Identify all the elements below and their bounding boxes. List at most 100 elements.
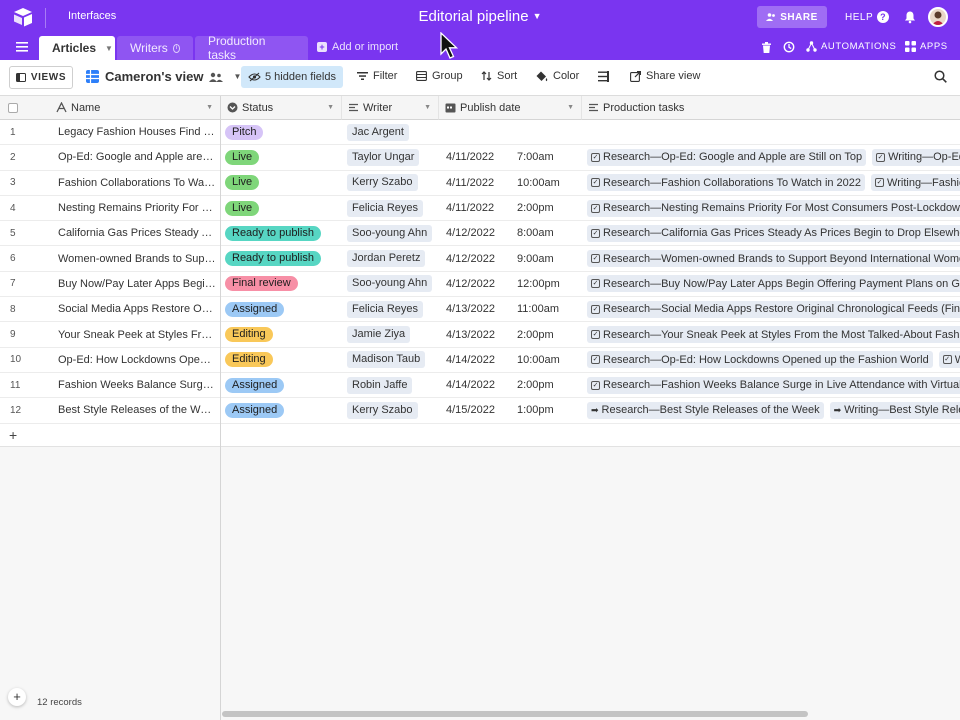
- hamburger-menu-icon[interactable]: [16, 42, 28, 52]
- writer-cell[interactable]: Felicia Reyes: [342, 297, 438, 321]
- add-or-import-button[interactable]: + Add or import: [317, 41, 398, 53]
- linked-task-chip[interactable]: ✓ Research—Fashion Collaborations To Watc…: [587, 174, 866, 192]
- table-row[interactable]: 9 Your Sneak Peek at Styles Fro... Editing…: [0, 322, 960, 348]
- name-cell[interactable]: Women-owned Brands to Supp...: [50, 247, 220, 271]
- publish-date-cell[interactable]: 4/13/2022: [439, 322, 514, 346]
- chevron-down-icon[interactable]: ▼: [327, 104, 334, 111]
- user-avatar[interactable]: [928, 7, 948, 27]
- writer-cell[interactable]: Felicia Reyes: [342, 196, 438, 220]
- share-view-button[interactable]: Share view: [630, 70, 700, 82]
- column-header-publish-date[interactable]: Publish date ▼: [439, 96, 582, 120]
- share-button[interactable]: SHARE: [757, 6, 827, 28]
- writer-cell[interactable]: Jamie Ziya: [342, 322, 438, 346]
- production-tasks-cell[interactable]: ✓ Research—Op-Ed: How Lockdowns Opened up…: [582, 348, 960, 372]
- status-cell[interactable]: Live: [221, 171, 341, 195]
- publish-time-cell[interactable]: 2:00pm: [510, 322, 580, 346]
- name-cell[interactable]: Fashion Collaborations To Wat...: [50, 171, 220, 195]
- publish-time-cell[interactable]: 8:00am: [510, 221, 580, 245]
- status-cell[interactable]: Assigned: [221, 297, 341, 321]
- publish-time-cell[interactable]: 1:00pm: [510, 398, 580, 422]
- sort-button[interactable]: Sort: [481, 70, 517, 82]
- publish-date-cell[interactable]: 4/12/2022: [439, 221, 514, 245]
- row-height-icon[interactable]: [598, 71, 609, 82]
- name-cell[interactable]: Social Media Apps Restore Ori...: [50, 297, 220, 321]
- view-switcher[interactable]: Cameron's view ▼: [86, 69, 241, 84]
- writer-cell[interactable]: Jac Argent: [342, 120, 438, 144]
- publish-date-cell[interactable]: 4/11/2022: [439, 145, 514, 169]
- search-icon[interactable]: [934, 70, 947, 83]
- table-row[interactable]: 10 Op-Ed: How Lockdowns Opene... Editing Ma…: [0, 348, 960, 373]
- publish-time-cell[interactable]: 12:00pm: [510, 272, 580, 296]
- group-button[interactable]: Group: [416, 70, 463, 82]
- history-icon[interactable]: [783, 41, 795, 53]
- linked-task-chip[interactable]: ✓ Research—Social Media Apps Restore Orig…: [587, 300, 960, 318]
- status-cell[interactable]: Ready to publish: [221, 221, 341, 245]
- name-cell[interactable]: Nesting Remains Priority For M...: [50, 196, 220, 220]
- table-row[interactable]: 7 Buy Now/Pay Later Apps Begin... Final re…: [0, 272, 960, 298]
- writer-cell[interactable]: Taylor Ungar: [342, 145, 438, 169]
- publish-time-cell[interactable]: 10:00am: [510, 171, 580, 195]
- name-cell[interactable]: Your Sneak Peek at Styles Fro...: [50, 322, 220, 346]
- chevron-down-icon[interactable]: ▼: [105, 44, 113, 53]
- production-tasks-cell[interactable]: ✓ Research—Fashion Weeks Balance Surge in…: [582, 373, 960, 397]
- status-cell[interactable]: Ready to publish: [221, 247, 341, 271]
- publish-time-cell[interactable]: 7:00am: [510, 145, 580, 169]
- writer-cell[interactable]: Kerry Szabo: [342, 171, 438, 195]
- production-tasks-cell[interactable]: ✓ Research—Women-owned Brands to Support …: [582, 247, 960, 271]
- status-cell[interactable]: Pitch: [221, 120, 341, 144]
- publish-time-cell[interactable]: 10:00am: [510, 348, 580, 372]
- publish-time-cell[interactable]: [510, 120, 580, 144]
- status-cell[interactable]: Final review: [221, 272, 341, 296]
- trash-icon[interactable]: [762, 42, 771, 53]
- status-cell[interactable]: Live: [221, 145, 341, 169]
- color-button[interactable]: Color: [536, 70, 579, 82]
- publish-date-cell[interactable]: [439, 120, 514, 144]
- table-row[interactable]: 3 Fashion Collaborations To Wat... Live Ker…: [0, 171, 960, 196]
- linked-task-chip[interactable]: ✓ Research—Buy Now/Pay Later Apps Begin O…: [587, 275, 960, 293]
- table-row[interactable]: 11 Fashion Weeks Balance Surge i... Assign…: [0, 373, 960, 399]
- status-cell[interactable]: Assigned: [221, 373, 341, 397]
- table-row[interactable]: 5 California Gas Prices Steady A... Ready …: [0, 221, 960, 247]
- publish-date-cell[interactable]: 4/12/2022: [439, 247, 514, 271]
- linked-task-chip[interactable]: ✓Writin: [938, 351, 960, 369]
- writer-cell[interactable]: Jordan Peretz: [342, 247, 438, 271]
- hide-fields-button[interactable]: 5 hidden fields: [241, 66, 343, 88]
- production-tasks-cell[interactable]: ✓ Research—Social Media Apps Restore Orig…: [582, 297, 960, 321]
- add-record-fab[interactable]: +: [8, 688, 26, 706]
- name-cell[interactable]: California Gas Prices Steady A...: [50, 221, 220, 245]
- status-cell[interactable]: Assigned: [221, 398, 341, 422]
- linked-task-chip[interactable]: ✓ Research—Op-Ed: Google and Apple are St…: [587, 148, 867, 166]
- publish-time-cell[interactable]: 2:00pm: [510, 196, 580, 220]
- name-cell[interactable]: Op-Ed: How Lockdowns Opene...: [50, 348, 220, 372]
- bell-icon[interactable]: [903, 10, 917, 24]
- table-row[interactable]: 6 Women-owned Brands to Supp... Ready to p…: [0, 247, 960, 272]
- production-tasks-cell[interactable]: [582, 120, 960, 144]
- production-tasks-cell[interactable]: ✓ Research—California Gas Prices Steady A…: [582, 221, 960, 245]
- add-record-row[interactable]: +: [0, 424, 960, 447]
- name-cell[interactable]: Legacy Fashion Houses Find N...: [50, 120, 220, 144]
- linked-task-chip[interactable]: ✓ Research—California Gas Prices Steady A…: [587, 224, 960, 242]
- writer-cell[interactable]: Robin Jaffe: [342, 373, 438, 397]
- production-tasks-cell[interactable]: ✓ Research—Nesting Remains Priority For M…: [582, 196, 960, 220]
- help-button[interactable]: HELP ?: [845, 11, 890, 23]
- apps-button[interactable]: APPS: [905, 41, 948, 52]
- writer-cell[interactable]: Madison Taub: [342, 348, 438, 372]
- table-row[interactable]: 4 Nesting Remains Priority For M... Live Fe…: [0, 196, 960, 222]
- publish-time-cell[interactable]: 9:00am: [510, 247, 580, 271]
- table-row[interactable]: 8 Social Media Apps Restore Ori... Assigne…: [0, 297, 960, 323]
- production-tasks-cell[interactable]: ✓ Research—Op-Ed: Google and Apple are St…: [582, 145, 960, 169]
- table-row[interactable]: 12 Best Style Releases of the Week Assigne…: [0, 398, 960, 424]
- select-all-checkbox[interactable]: [8, 103, 18, 113]
- tab-articles[interactable]: Articles ▼: [39, 36, 115, 60]
- publish-date-cell[interactable]: 4/11/2022: [439, 196, 514, 220]
- linked-task-chip[interactable]: ✓ Research—Your Sneak Peek at Styles From…: [587, 326, 960, 344]
- production-tasks-cell[interactable]: ➡ Research—Best Style Releases of the Wee…: [582, 398, 960, 422]
- publish-date-cell[interactable]: 4/13/2022: [439, 297, 514, 321]
- chevron-down-icon[interactable]: ▼: [206, 104, 213, 111]
- linked-task-chip[interactable]: ✓Writing—Fashion C: [871, 174, 960, 192]
- publish-date-cell[interactable]: 4/14/2022: [439, 373, 514, 397]
- views-button[interactable]: VIEWS: [9, 66, 73, 89]
- linked-task-chip[interactable]: ✓ Research—Op-Ed: How Lockdowns Opened up…: [587, 351, 933, 369]
- chevron-down-icon[interactable]: ▼: [567, 104, 574, 111]
- publish-date-cell[interactable]: 4/14/2022: [439, 348, 514, 372]
